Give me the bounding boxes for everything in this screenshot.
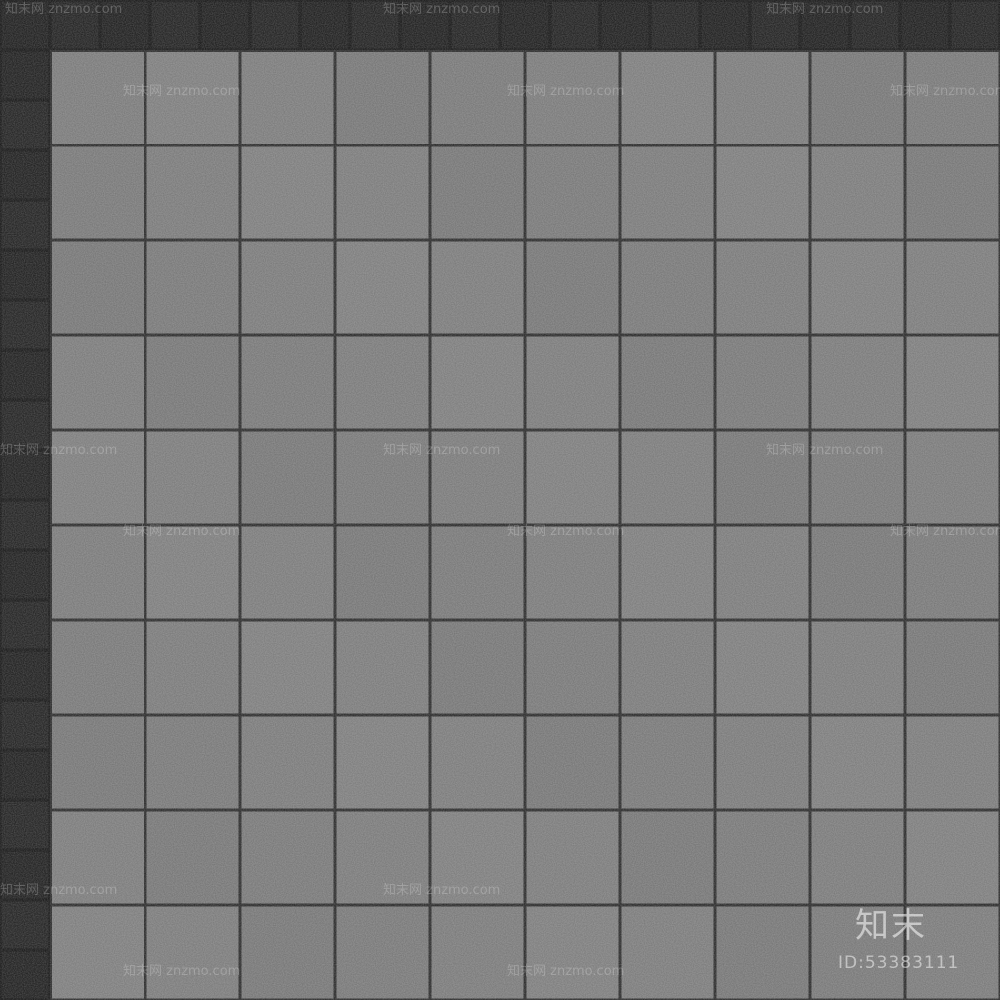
texture-canvas: 知末网 znzmo.com 知末网 znzmo.com 知末网 znzmo.co… <box>0 0 1000 1000</box>
stone-tile-texture <box>0 0 1000 1000</box>
watermark-logo: 知末 <box>855 906 927 946</box>
watermark-id: ID:53383111 <box>838 953 960 973</box>
grain-overlay <box>0 0 1000 1000</box>
